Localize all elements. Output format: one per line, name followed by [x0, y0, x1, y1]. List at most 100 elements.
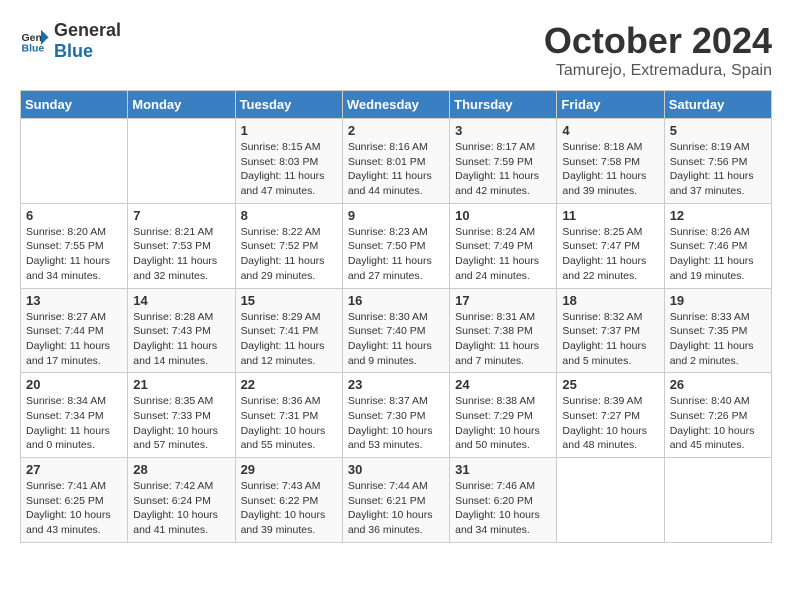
day-number: 23 — [348, 377, 444, 392]
day-info-line: Sunrise: 8:40 AM — [670, 395, 750, 407]
calendar-cell: 28Sunrise: 7:42 AMSunset: 6:24 PMDayligh… — [128, 458, 235, 543]
day-number: 5 — [670, 123, 766, 138]
day-info-line: Sunset: 6:20 PM — [455, 495, 533, 507]
day-number: 15 — [241, 293, 337, 308]
calendar-cell: 4Sunrise: 8:18 AMSunset: 7:58 PMDaylight… — [557, 119, 664, 204]
day-number: 14 — [133, 293, 229, 308]
day-info-line: Daylight: 11 hours and 24 minutes. — [455, 255, 539, 282]
day-info: Sunrise: 8:34 AMSunset: 7:34 PMDaylight:… — [26, 394, 122, 453]
day-info-line: Sunset: 7:27 PM — [562, 410, 640, 422]
day-info-line: Daylight: 10 hours and 43 minutes. — [26, 509, 111, 536]
calendar-cell: 11Sunrise: 8:25 AMSunset: 7:47 PMDayligh… — [557, 203, 664, 288]
day-info-line: Sunset: 7:47 PM — [562, 240, 640, 252]
calendar-cell: 13Sunrise: 8:27 AMSunset: 7:44 PMDayligh… — [21, 288, 128, 373]
day-number: 10 — [455, 208, 551, 223]
calendar-cell: 10 Sunrise: 8:24 AMSunset: 7:49 PMDayligh… — [450, 203, 557, 288]
calendar-cell: 26 Sunrise: 8:40 AMSunset: 7:26 PMDayligh… — [664, 373, 771, 458]
day-info-line: Sunset: 6:22 PM — [241, 495, 319, 507]
day-number: 7 — [133, 208, 229, 223]
day-info-line: Sunrise: 8:17 AM — [455, 141, 535, 153]
day-info: Sunrise: 8:40 AMSunset: 7:26 PMDaylight:… — [670, 394, 766, 453]
day-info: Sunrise: 8:28 AMSunset: 7:43 PMDaylight:… — [133, 310, 229, 369]
day-info: Sunrise: 8:20 AMSunset: 7:55 PMDaylight:… — [26, 225, 122, 284]
day-info-line: Daylight: 11 hours and 7 minutes. — [455, 340, 539, 367]
calendar-week-row: 27 Sunrise: 7:41 AMSunset: 6:25 PMDayligh… — [21, 458, 772, 543]
day-info-line: Daylight: 11 hours and 37 minutes. — [670, 170, 754, 197]
day-info: Sunrise: 8:38 AMSunset: 7:29 PMDaylight:… — [455, 394, 551, 453]
day-info: Sunrise: 8:29 AMSunset: 7:41 PMDaylight:… — [241, 310, 337, 369]
day-info-line: Daylight: 11 hours and 12 minutes. — [241, 340, 325, 367]
day-info-line: Sunset: 7:49 PM — [455, 240, 533, 252]
day-info-line: Daylight: 10 hours and 45 minutes. — [670, 425, 755, 452]
day-number: 16 — [348, 293, 444, 308]
weekday-header: Saturday — [664, 91, 771, 119]
day-info-line: Sunset: 7:55 PM — [26, 240, 104, 252]
day-info-line: Daylight: 11 hours and 22 minutes. — [562, 255, 646, 282]
calendar-cell: 31Sunrise: 7:46 AMSunset: 6:20 PMDayligh… — [450, 458, 557, 543]
calendar-cell: 20Sunrise: 8:34 AMSunset: 7:34 PMDayligh… — [21, 373, 128, 458]
day-info-line: Sunrise: 7:43 AM — [241, 480, 321, 492]
day-info-line: Sunrise: 8:32 AM — [562, 311, 642, 323]
calendar-cell: 5 Sunrise: 8:19 AMSunset: 7:56 PMDaylight… — [664, 119, 771, 204]
day-info-line: Sunset: 7:38 PM — [455, 325, 533, 337]
day-info: Sunrise: 8:22 AM Sunset: 7:52 PM Daylight:… — [241, 225, 337, 284]
day-number: 19 — [670, 293, 766, 308]
day-info: Sunrise: 8:16 AMSunset: 8:01 PMDaylight:… — [348, 140, 444, 199]
day-info-line: Sunrise: 8:30 AM — [348, 311, 428, 323]
calendar-cell: 21Sunrise: 8:35 AMSunset: 7:33 PMDayligh… — [128, 373, 235, 458]
title-block: October 2024 Tamurejo, Extremadura, Spai… — [544, 20, 772, 80]
day-info-line: Sunrise: 8:22 AM — [241, 226, 321, 238]
calendar-cell: 19 Sunrise: 8:33 AMSunset: 7:35 PMDayligh… — [664, 288, 771, 373]
day-info: Sunrise: 8:15 AMSunset: 8:03 PMDaylight:… — [241, 140, 337, 199]
day-info-line: Daylight: 11 hours and 14 minutes. — [133, 340, 217, 367]
day-number: 28 — [133, 462, 229, 477]
day-info: Sunrise: 8:33 AMSunset: 7:35 PMDaylight:… — [670, 310, 766, 369]
day-number: 3 — [455, 123, 551, 138]
day-number: 26 — [670, 377, 766, 392]
day-info-line: Sunset: 7:35 PM — [670, 325, 748, 337]
day-info-line: Sunset: 7:52 PM — [241, 240, 319, 252]
weekday-header: Wednesday — [342, 91, 449, 119]
calendar-cell: 14 Sunrise: 8:28 AMSunset: 7:43 PMDayligh… — [128, 288, 235, 373]
day-info-line: Sunrise: 8:19 AM — [670, 141, 750, 153]
day-info-line: Sunrise: 8:20 AM — [26, 226, 106, 238]
day-info-line: Daylight: 10 hours and 39 minutes. — [241, 509, 326, 536]
day-number: 29 — [241, 462, 337, 477]
day-info-line: Daylight: 10 hours and 50 minutes. — [455, 425, 540, 452]
day-info-line: Daylight: 11 hours and 2 minutes. — [670, 340, 754, 367]
day-info-line: Daylight: 11 hours and 27 minutes. — [348, 255, 432, 282]
day-info-line: Daylight: 11 hours and 29 minutes. — [241, 255, 325, 282]
day-info-line: Sunset: 7:44 PM — [26, 325, 104, 337]
day-number: 27 — [26, 462, 122, 477]
day-info-line: Sunrise: 8:25 AM — [562, 226, 642, 238]
month-title: October 2024 — [544, 20, 772, 62]
day-info: Sunrise: 8:39 AMSunset: 7:27 PMDaylight:… — [562, 394, 658, 453]
svg-text:Blue: Blue — [22, 43, 45, 55]
day-info-line: Daylight: 11 hours and 9 minutes. — [348, 340, 432, 367]
day-info-line: Sunset: 7:29 PM — [455, 410, 533, 422]
day-number: 13 — [26, 293, 122, 308]
calendar-cell — [21, 119, 128, 204]
day-info-line: Sunset: 7:33 PM — [133, 410, 211, 422]
calendar-cell: 22Sunrise: 8:36 AMSunset: 7:31 PMDayligh… — [235, 373, 342, 458]
day-info-line: Daylight: 11 hours and 5 minutes. — [562, 340, 646, 367]
logo-blue: Blue — [54, 41, 93, 61]
logo: Gen Blue General Blue — [20, 20, 121, 62]
calendar-cell: 7Sunrise: 8:21 AMSunset: 7:53 PMDaylight… — [128, 203, 235, 288]
day-info: Sunrise: 8:24 AMSunset: 7:49 PMDaylight:… — [455, 225, 551, 284]
day-info-line: Sunset: 7:34 PM — [26, 410, 104, 422]
day-number: 25 — [562, 377, 658, 392]
calendar-cell: 8Sunrise: 8:22 AMSunset: 7:52 PMDaylight… — [235, 203, 342, 288]
day-info-line: Sunrise: 8:23 AM — [348, 226, 428, 238]
day-info-line: Sunrise: 7:41 AM — [26, 480, 106, 492]
calendar-cell: 23Sunrise: 8:37 AMSunset: 7:30 PMDayligh… — [342, 373, 449, 458]
day-info: Sunrise: 8:31 AMSunset: 7:38 PMDaylight:… — [455, 310, 551, 369]
day-number: 4 — [562, 123, 658, 138]
day-info: Sunrise: 8:19 AMSunset: 7:56 PMDaylight:… — [670, 140, 766, 199]
day-info-line: Sunrise: 8:34 AM — [26, 395, 106, 407]
day-info-line: Sunset: 8:01 PM — [348, 156, 426, 168]
day-info: Sunrise: 7:41 AMSunset: 6:25 PMDaylight:… — [26, 479, 122, 538]
day-number: 18 — [562, 293, 658, 308]
day-info-line: Daylight: 11 hours and 32 minutes. — [133, 255, 217, 282]
calendar-cell: 3Sunrise: 8:17 AMSunset: 7:59 PMDaylight… — [450, 119, 557, 204]
